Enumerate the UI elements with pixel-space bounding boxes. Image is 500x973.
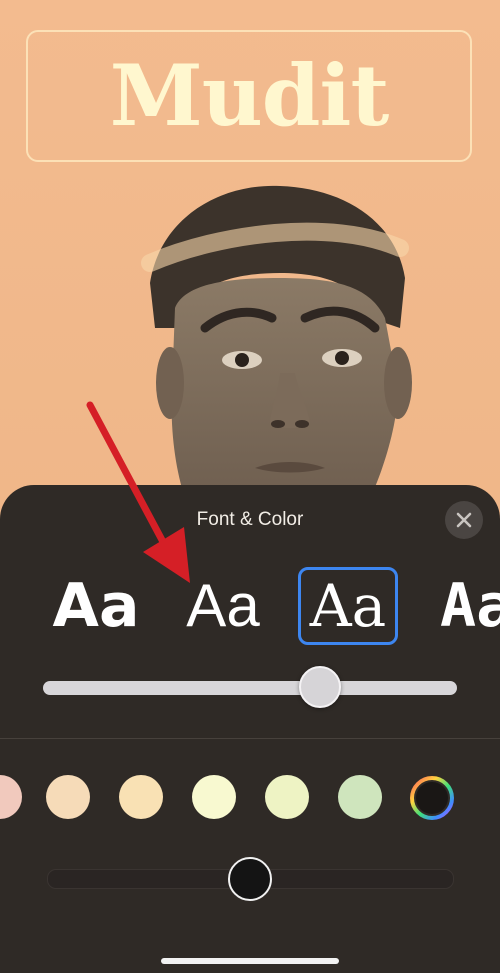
contact-photo xyxy=(141,185,412,498)
screen: Mudit Font & Color Aa Aa Aa Aa xyxy=(0,0,500,973)
poster-name-box[interactable]: Mudit xyxy=(26,30,472,162)
font-option-3-selected[interactable]: Aa xyxy=(298,567,398,645)
color-swatch-cream[interactable] xyxy=(192,775,236,819)
font-option-4[interactable]: Aa xyxy=(440,567,500,645)
color-wheel-icon[interactable] xyxy=(409,775,455,821)
color-swatch-light-green[interactable] xyxy=(338,775,382,819)
font-option-1[interactable]: Aa xyxy=(52,567,140,645)
font-weight-slider-track[interactable] xyxy=(43,681,457,695)
font-option-2[interactable]: Aa xyxy=(180,567,266,645)
color-swatch-pale-yellow-green[interactable] xyxy=(265,775,309,819)
color-swatch-light-orange[interactable] xyxy=(119,775,163,819)
close-icon xyxy=(456,512,472,528)
font-weight-slider-knob[interactable] xyxy=(299,666,341,708)
sheet-title: Font & Color xyxy=(196,509,304,530)
close-button[interactable] xyxy=(445,501,483,539)
color-intensity-slider-knob[interactable] xyxy=(228,857,272,901)
divider xyxy=(0,738,500,739)
poster-name-text: Mudit xyxy=(109,46,389,145)
color-swatch-peach[interactable] xyxy=(46,775,90,819)
home-indicator xyxy=(161,958,339,964)
